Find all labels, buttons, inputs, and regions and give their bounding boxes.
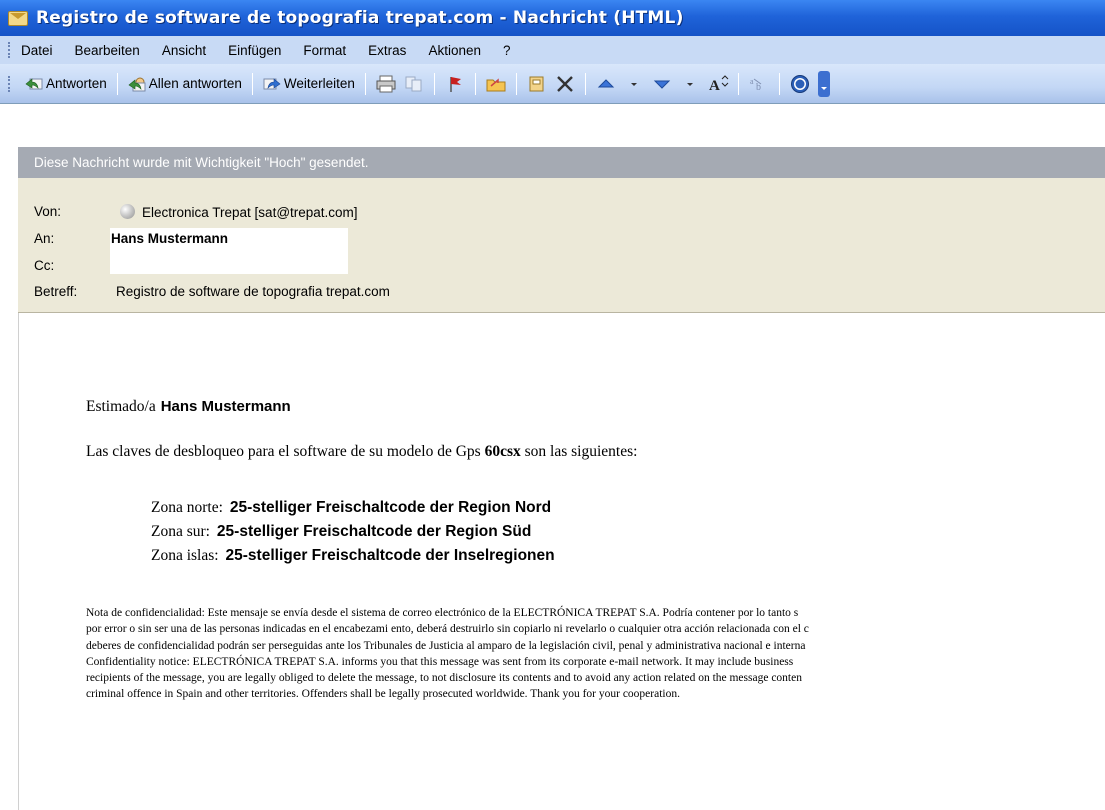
subject-value: Registro de software de topografia trepa…	[116, 284, 390, 299]
zone-label: Zona sur:	[151, 523, 210, 540]
forward-icon	[263, 77, 281, 89]
intro-after: son las siguientes:	[520, 443, 638, 460]
svg-text:A: A	[709, 78, 720, 93]
toolbar-separator	[251, 72, 253, 95]
delete-button[interactable]	[553, 72, 577, 96]
cc-label: Cc:	[34, 258, 55, 273]
zone-label: Zona islas:	[151, 547, 219, 564]
next-item-dropdown[interactable]	[678, 72, 702, 96]
zone-row: Zona islas: 25-stelliger Freischaltcode …	[151, 546, 555, 565]
notice-line: deberes de confidencialidad podrán ser p…	[86, 639, 806, 652]
message-header: Von: Electronica Trepat [sat@trepat.com]…	[18, 178, 1105, 313]
previous-item-icon	[597, 78, 615, 87]
chevron-down-icon	[820, 86, 827, 90]
notice-line: por error o sin ser una de las personas …	[86, 623, 809, 636]
message-body[interactable]: Estimado/a Hans Mustermann Las claves de…	[18, 313, 1105, 810]
zone-row: Zona norte: 25-stelliger Freischaltcode …	[151, 498, 551, 517]
flag-button[interactable]	[443, 72, 467, 96]
zone-row: Zona sur: 25-stelliger Freischaltcode de…	[151, 522, 531, 541]
menu-view[interactable]: Ansicht	[162, 43, 206, 58]
copy-button[interactable]	[402, 72, 426, 96]
move-to-folder-button[interactable]	[484, 72, 508, 96]
delete-icon	[557, 75, 573, 92]
encoding-icon: a b	[750, 77, 762, 93]
print-icon	[376, 75, 396, 92]
zone-code: 25-stelliger Freischaltcode der Region N…	[229, 499, 552, 516]
menu-extras[interactable]: Extras	[368, 43, 406, 58]
window-title: Registro de software de topografia trepa…	[36, 8, 684, 28]
menu-insert[interactable]: Einfügen	[228, 43, 281, 58]
font-size-icon: A	[709, 74, 729, 93]
zone-label: Zona norte:	[151, 499, 223, 516]
menu-grip[interactable]	[8, 42, 11, 58]
toolbar-separator	[515, 72, 517, 95]
greeting-name: Hans Mustermann	[160, 398, 291, 415]
presence-icon	[120, 204, 135, 219]
toolbar-separator	[474, 72, 476, 95]
forward-button[interactable]: Weiterleiten	[259, 71, 359, 97]
previous-item-button[interactable]	[594, 72, 618, 96]
importance-infobar: Diese Nachricht wurde mit Wichtigkeit "H…	[18, 147, 1105, 178]
toolbar-separator	[584, 72, 586, 95]
toolbar-separator	[364, 72, 366, 95]
toolbar-separator	[778, 72, 780, 95]
menu-format[interactable]: Format	[303, 43, 346, 58]
chevron-down-icon	[686, 82, 693, 86]
menu-actions[interactable]: Aktionen	[428, 43, 481, 58]
chevron-down-icon	[630, 82, 637, 86]
envelope-icon	[8, 10, 28, 26]
notice-line: recipients of the message, you are legal…	[86, 672, 802, 685]
toolbar-separator	[737, 72, 739, 95]
to-label: An:	[34, 231, 55, 246]
font-size-button[interactable]: A	[706, 72, 730, 96]
reply-all-button[interactable]: Allen antworten	[124, 71, 246, 97]
standard-toolbar: Antworten Allen antworten Weiterleiten A…	[0, 64, 1105, 104]
zone-code: 25-stelliger Freischaltcode der Inselreg…	[225, 547, 555, 564]
from-address: Electronica Trepat [sat@trepat.com]	[142, 205, 358, 220]
print-button[interactable]	[374, 72, 398, 96]
toolbar-separator	[116, 72, 118, 95]
confidentiality-notice: Nota de confidencialidad: Este mensaje s…	[86, 605, 1105, 703]
menu-edit[interactable]: Bearbeiten	[75, 43, 140, 58]
reply-all-icon	[128, 77, 146, 91]
intro-before: Las claves de desbloqueo para el softwar…	[86, 443, 485, 460]
reply-label: Antworten	[46, 76, 107, 91]
subject-label: Betreff:	[34, 284, 78, 299]
reply-icon	[25, 77, 43, 89]
address-book-icon	[529, 76, 544, 91]
move-to-folder-icon	[486, 77, 506, 91]
to-value[interactable]: Hans Mustermann	[111, 231, 228, 246]
next-item-icon	[653, 80, 671, 89]
reply-all-label: Allen antworten	[148, 76, 242, 91]
notice-line: Nota de confidencialidad: Este mensaje s…	[86, 607, 799, 619]
flag-icon	[450, 76, 461, 92]
from-label: Von:	[34, 204, 62, 219]
window-title-bar[interactable]: Registro de software de topografia trepa…	[0, 0, 1105, 36]
next-item-button[interactable]	[650, 72, 674, 96]
greeting-line: Estimado/a Hans Mustermann	[86, 397, 291, 416]
zone-code: 25-stelliger Freischaltcode der Region S…	[216, 523, 532, 540]
encoding-button[interactable]: a b	[747, 72, 771, 96]
greeting-prefix: Estimado/a	[86, 398, 156, 415]
forward-label: Weiterleiten	[283, 76, 355, 91]
toolbar-separator	[433, 72, 435, 95]
previous-item-dropdown[interactable]	[622, 72, 646, 96]
toolbar-grip[interactable]	[8, 75, 11, 92]
notice-line: Confidentiality notice: ELECTRÓNICA TREP…	[86, 655, 794, 668]
importance-text: Diese Nachricht wurde mit Wichtigkeit "H…	[34, 155, 369, 170]
notice-line: criminal offence in Spain and other terr…	[86, 688, 680, 701]
address-book-button[interactable]	[525, 72, 549, 96]
intro-line: Las claves de desbloqueo para el softwar…	[86, 443, 637, 461]
svg-text:a: a	[750, 77, 754, 86]
gps-model: 60csx	[484, 443, 521, 460]
help-button[interactable]	[788, 72, 812, 96]
copy-icon	[405, 76, 422, 91]
menu-bar: Datei Bearbeiten Ansicht Einfügen Format…	[0, 36, 1105, 64]
menu-help[interactable]: ?	[503, 43, 511, 58]
reply-button[interactable]: Antworten	[21, 71, 111, 97]
from-value[interactable]: Electronica Trepat [sat@trepat.com]	[120, 204, 358, 220]
menu-file[interactable]: Datei	[21, 43, 53, 58]
help-icon	[790, 74, 809, 93]
toolbar-options-button[interactable]	[817, 70, 830, 97]
